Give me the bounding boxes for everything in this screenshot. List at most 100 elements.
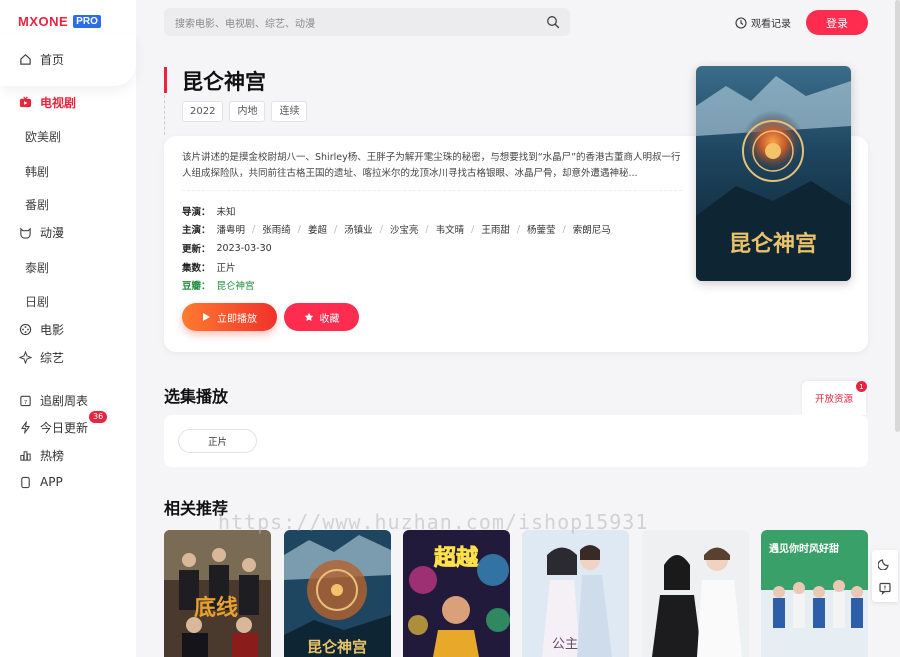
sidebar-item-hot[interactable]: 热榜 [18, 447, 64, 464]
favorite-button[interactable]: 收藏 [284, 303, 359, 331]
lightning-icon [18, 421, 32, 435]
cast-separator: / [425, 223, 429, 235]
sidebar-sub-fan[interactable]: 番剧 [25, 196, 49, 213]
cast-member-link[interactable]: 汤镇业 [344, 222, 373, 236]
cast-member-link[interactable]: 杨蓥莹 [527, 222, 556, 236]
favorite-label: 收藏 [319, 313, 340, 325]
history-label: 观看记录 [751, 19, 791, 30]
tag-year[interactable]: 2022 [182, 101, 224, 122]
episode-button[interactable]: 正片 [178, 429, 257, 453]
cast-separator: / [516, 223, 521, 235]
sidebar-item-label: 电影 [40, 323, 65, 337]
related-card[interactable]: 公主 [522, 530, 629, 657]
chart-bars-icon [18, 449, 32, 463]
related-card[interactable]: 底线 [164, 530, 271, 657]
cast-separator: / [297, 223, 301, 235]
sidebar-sub-kr[interactable]: 韩剧 [25, 163, 49, 180]
related-card-text: 底线 [194, 595, 238, 621]
douban-row: 豆瓣： 昆仑神宫 [182, 278, 255, 292]
title-divider [164, 95, 165, 135]
cast-member-link[interactable]: 韦文晴 [436, 222, 465, 236]
episodes-label: 集数： [182, 263, 211, 274]
sidebar-item-label: 首页 [40, 53, 65, 67]
tv-icon [18, 96, 32, 110]
cast-separator: / [252, 223, 256, 235]
source-count-badge: 1 [856, 381, 867, 392]
douban-link[interactable]: 昆仑神宫 [217, 278, 255, 292]
related-card[interactable] [642, 530, 749, 657]
svg-text:7: 7 [23, 400, 27, 406]
cast-separator: / [471, 223, 475, 235]
watermark: https://www.huzhan.com/ishop15931 [218, 510, 649, 534]
sidebar-item-anime[interactable]: 动漫 [18, 224, 64, 241]
related-card-text: 公主 [552, 637, 578, 652]
director-row: 导演： 未知 [182, 204, 236, 218]
float-toolbar [872, 550, 898, 602]
sidebar-item-today[interactable]: 今日更新 [18, 419, 88, 436]
cast-member-link[interactable]: 沙宝亮 [390, 222, 419, 236]
sidebar-item-label: APP [40, 475, 63, 489]
cast-member-link[interactable]: 张雨绮 [262, 222, 291, 236]
sidebar-item-label: 电视剧 [40, 96, 77, 110]
history-link[interactable]: 观看记录 [735, 15, 791, 30]
cast-member-link[interactable]: 姜超 [308, 222, 327, 236]
episodes-section-title: 选集播放 [164, 387, 229, 406]
related-card-text: 昆仑神宫 [307, 638, 367, 656]
updated-label: 更新： [182, 244, 211, 255]
sidebar-item-weekly[interactable]: 7 追剧周表 [18, 392, 88, 409]
related-card[interactable]: 超越 [403, 530, 510, 657]
cast-label: 主演： [182, 225, 211, 236]
scrollbar[interactable] [895, 0, 900, 432]
title-accent-bar [164, 67, 167, 93]
feedback-icon[interactable] [878, 581, 892, 598]
poster-image[interactable]: 昆仑神宫 [696, 66, 851, 281]
cast-member-link[interactable]: 潘粤明 [217, 222, 246, 236]
logo-text: MXONE [18, 14, 69, 29]
sidebar-item-label: 追剧周表 [40, 394, 89, 408]
sidebar-sub-thai[interactable]: 泰剧 [25, 259, 49, 276]
tag-region[interactable]: 内地 [229, 101, 266, 122]
play-label: 立即播放 [217, 313, 257, 325]
cast-member-link[interactable]: 索朗尼马 [573, 222, 611, 236]
cast-member-link[interactable]: 王雨甜 [481, 222, 510, 236]
sidebar-item-tv[interactable]: 电视剧 [18, 94, 76, 111]
search-icon[interactable] [546, 15, 560, 29]
sidebar-item-label: 动漫 [40, 226, 65, 240]
update-count-badge: 36 [89, 411, 108, 423]
tag-type[interactable]: 连续 [271, 101, 308, 122]
cast-separator: / [562, 223, 566, 235]
sidebar-item-app[interactable]: APP [18, 475, 63, 489]
related-card[interactable]: 昆仑神宫 [284, 530, 391, 657]
sidebar-item-variety[interactable]: 综艺 [18, 349, 64, 366]
updated-row: 更新： 2023-03-30 [182, 241, 272, 256]
star-icon [304, 312, 313, 321]
episode-list [164, 415, 868, 467]
moon-icon[interactable] [877, 556, 892, 573]
related-card[interactable]: 遇见你时风好甜 [761, 530, 868, 657]
director-label: 导演： [182, 207, 211, 218]
film-reel-icon [18, 323, 32, 337]
douban-label: 豆瓣： [182, 281, 211, 292]
sidebar-sub-jp[interactable]: 日剧 [25, 293, 49, 310]
related-card-text: 超越 [434, 546, 479, 571]
sidebar-item-label: 今日更新 [40, 421, 89, 435]
logo-badge: PRO [73, 15, 101, 28]
sparkle-icon [18, 351, 32, 365]
updated-value: 2023-03-30 [216, 242, 272, 254]
play-button[interactable]: 立即播放 [182, 303, 277, 331]
sidebar-item-home[interactable]: 首页 [18, 51, 64, 68]
episodes-value: 正片 [216, 263, 236, 274]
login-button[interactable]: 登录 [806, 10, 868, 35]
play-icon [203, 313, 210, 321]
related-card-text: 遇见你时风好甜 [769, 542, 839, 555]
logo[interactable]: MXONE PRO [18, 14, 101, 29]
sidebar-sub-us[interactable]: 欧美剧 [25, 128, 61, 145]
cast-separator: / [333, 223, 338, 235]
cast-separator: / [379, 223, 383, 235]
sidebar-item-label: 热榜 [40, 449, 65, 463]
sidebar-item-movie[interactable]: 电影 [18, 321, 64, 338]
search-input[interactable]: 搜索电影、电视剧、综艺、动漫 [164, 8, 570, 36]
cast-row: 主演： 潘粤明 / 张雨绮 / 姜超 / 汤镇业 / 沙宝亮 / 韦文晴 / 王雨甜 / 杨蓥莹 / 索朗尼马 [182, 222, 611, 237]
sidebar-item-label: 综艺 [40, 351, 65, 365]
director-value[interactable]: 未知 [217, 204, 236, 218]
